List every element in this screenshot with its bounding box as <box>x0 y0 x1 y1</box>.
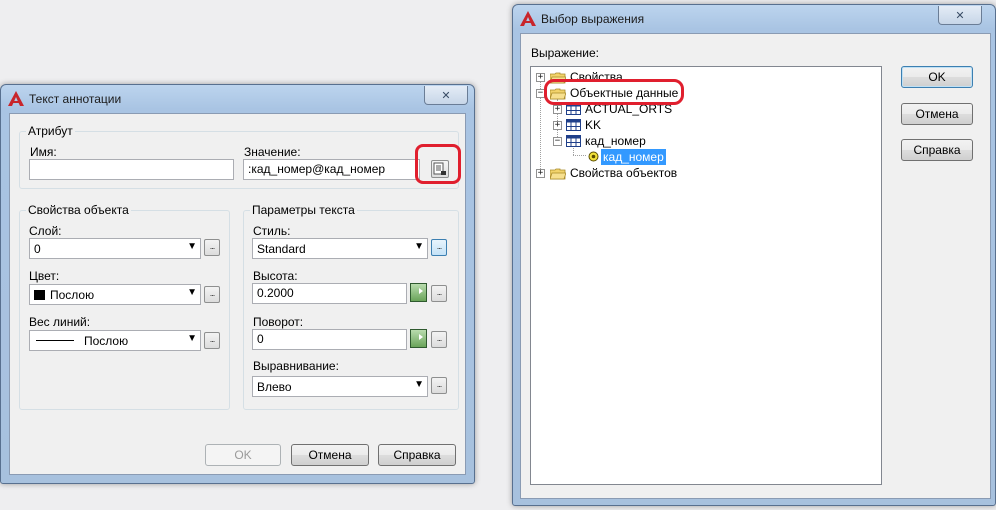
lineweight-label: Вес линий: <box>29 315 91 329</box>
object-data-highlight <box>544 79 684 105</box>
dropdown-arrow-icon: ▼ <box>187 241 197 252</box>
field-icon <box>588 151 599 162</box>
color-select[interactable]: Послою ▼ <box>29 284 201 305</box>
color-value: Послою <box>50 288 95 302</box>
tree-node-label: KK <box>585 118 602 132</box>
dropdown-arrow-icon: ▼ <box>187 287 197 298</box>
help-button[interactable]: Справка <box>901 139 973 161</box>
expression-label: Выражение: <box>531 46 600 60</box>
color-swatch <box>34 290 45 300</box>
value-button-highlight <box>415 144 461 184</box>
cancel-button[interactable]: Отмена <box>291 444 369 466</box>
rotation-ellipsis-button[interactable]: ... <box>431 331 447 348</box>
height-input[interactable]: 0.2000 <box>252 283 407 304</box>
style-ellipsis-button[interactable]: ... <box>431 239 447 256</box>
layer-value: 0 <box>34 242 41 256</box>
window-title: Текст аннотации <box>29 92 122 106</box>
title-bar[interactable]: Выбор выражения ✕ <box>513 5 995 31</box>
group-label: Свойства объекта <box>26 203 131 217</box>
layer-select[interactable]: 0 ▼ <box>29 238 201 259</box>
autocad-app-icon <box>8 91 24 106</box>
ok-button[interactable]: OK <box>901 66 973 88</box>
height-label: Высота: <box>253 269 298 283</box>
dialog-body: Выражение: + Свойства − Объектные данные… <box>520 33 991 499</box>
tree-node-label: Свойства объектов <box>570 166 678 180</box>
ok-button[interactable]: OK <box>205 444 281 466</box>
close-button[interactable]: ✕ <box>938 6 982 25</box>
lineweight-select[interactable]: Послою ▼ <box>29 330 201 351</box>
style-value: Standard <box>257 242 306 256</box>
justify-label: Выравнивание: <box>253 359 339 373</box>
color-label: Цвет: <box>29 269 60 283</box>
rotation-pick-button[interactable] <box>410 329 427 348</box>
justify-select[interactable]: Влево ▼ <box>252 376 428 397</box>
title-bar[interactable]: Текст аннотации ✕ <box>1 85 474 111</box>
lineweight-ellipsis-button[interactable]: ... <box>204 332 220 349</box>
value-label: Значение: <box>244 145 301 159</box>
style-label: Стиль: <box>253 224 291 238</box>
folder-icon <box>550 168 566 180</box>
window-title: Выбор выражения <box>541 12 645 26</box>
expand-icon[interactable]: + <box>536 169 545 178</box>
color-ellipsis-button[interactable]: ... <box>204 286 220 303</box>
tree-node-label: кад_номер <box>585 134 646 148</box>
tree-node-kad-nomer-table[interactable]: − кад_номер <box>531 133 731 149</box>
tree-node-kad-nomer-field[interactable]: кад_номер <box>531 149 731 165</box>
name-input[interactable] <box>29 159 234 180</box>
lineweight-sample <box>36 340 74 341</box>
group-label: Параметры текста <box>250 203 357 217</box>
table-icon <box>566 135 581 147</box>
rotation-input[interactable]: 0 <box>252 329 407 350</box>
close-button[interactable]: ✕ <box>424 86 468 105</box>
height-ellipsis-button[interactable]: ... <box>431 285 447 302</box>
close-icon: ✕ <box>955 9 965 22</box>
dropdown-arrow-icon: ▼ <box>414 379 424 390</box>
rotation-label: Поворот: <box>253 315 304 329</box>
dropdown-arrow-icon: ▼ <box>414 241 424 252</box>
help-button[interactable]: Справка <box>378 444 456 466</box>
layer-ellipsis-button[interactable]: ... <box>204 239 220 256</box>
tree-node-label: кад_номер <box>601 149 666 165</box>
height-pick-button[interactable] <box>410 283 427 302</box>
dialog-body: Атрибут Имя: Значение: :кад_номер@кад_но… <box>9 113 466 475</box>
expression-select-dialog: Выбор выражения ✕ Выражение: + Свойства <box>512 4 996 506</box>
lineweight-value: Послою <box>84 334 129 348</box>
group-label: Атрибут <box>26 124 75 138</box>
name-label: Имя: <box>30 145 57 159</box>
justify-ellipsis-button[interactable]: ... <box>431 377 447 394</box>
layer-label: Слой: <box>29 224 62 238</box>
cancel-button[interactable]: Отмена <box>901 103 973 125</box>
collapse-icon[interactable]: − <box>553 137 562 146</box>
expand-icon[interactable]: + <box>536 73 545 82</box>
dropdown-arrow-icon: ▼ <box>187 333 197 344</box>
expand-icon[interactable]: + <box>553 105 562 114</box>
tree-node-kk[interactable]: + KK <box>531 117 731 133</box>
style-select[interactable]: Standard ▼ <box>252 238 428 259</box>
tree-node-object-properties[interactable]: + Свойства объектов <box>531 165 731 181</box>
table-icon <box>566 119 581 131</box>
expand-icon[interactable]: + <box>553 121 562 130</box>
expression-tree[interactable]: + Свойства − Объектные данные + ACTUAL_O… <box>530 66 882 485</box>
annotation-text-dialog: Текст аннотации ✕ Атрибут Имя: Значение:… <box>0 84 475 484</box>
close-icon: ✕ <box>441 89 451 102</box>
justify-value: Влево <box>257 380 292 394</box>
autocad-app-icon <box>520 11 536 26</box>
value-input[interactable]: :кад_номер@кад_номер <box>243 159 420 180</box>
